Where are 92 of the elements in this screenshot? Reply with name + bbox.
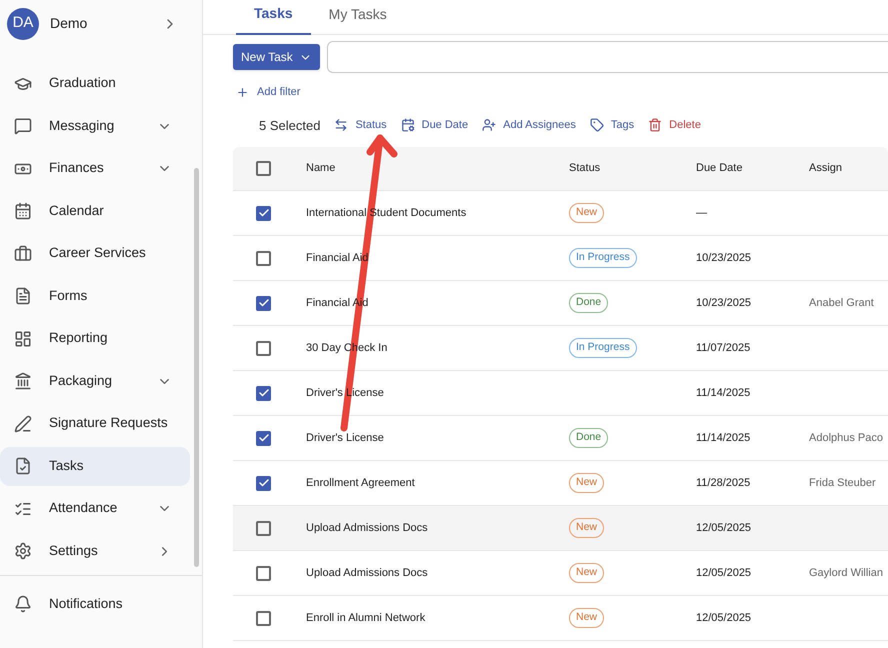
status-tag: New xyxy=(569,563,604,583)
status-tag: Done xyxy=(569,293,608,313)
task-name: Upload Admissions Docs xyxy=(306,566,428,579)
status-tag: New xyxy=(569,473,604,493)
column-header[interactable]: Status xyxy=(569,160,696,177)
sidebar-item[interactable]: Reporting xyxy=(0,319,190,358)
account-name: Demo xyxy=(50,14,88,33)
due-date: 10/23/2025 xyxy=(696,250,752,266)
status-tag: New xyxy=(569,518,604,538)
bell-icon xyxy=(14,595,32,613)
search-field[interactable] xyxy=(326,41,888,73)
checkbox[interactable] xyxy=(256,340,271,356)
column-header[interactable]: Due Date xyxy=(696,160,809,177)
due-date: 11/14/2025 xyxy=(696,386,752,401)
task-name: Driver's License xyxy=(306,432,384,444)
due-date: — xyxy=(696,206,708,221)
assignee-name: Gaylord Willian xyxy=(809,566,883,581)
tab[interactable]: Tasks xyxy=(236,0,311,35)
task-document-icon xyxy=(14,457,32,475)
sidebar-item[interactable]: Forms xyxy=(0,276,190,316)
due-date: 10/23/2025 xyxy=(696,296,752,311)
task-name: Enrollment Agreement xyxy=(306,476,415,489)
due-date: 12/05/2025 xyxy=(696,520,752,536)
toolbar-button[interactable]: Status xyxy=(334,117,387,134)
checkbox[interactable] xyxy=(256,430,271,446)
status-tag: New xyxy=(569,203,604,223)
check-icon xyxy=(258,297,270,309)
add-filter-button[interactable]: Add filter xyxy=(236,84,300,100)
document-icon xyxy=(14,287,32,305)
due-date: 12/05/2025 xyxy=(696,610,752,626)
pen-icon xyxy=(14,414,32,432)
checkbox[interactable] xyxy=(256,566,271,580)
check-icon xyxy=(258,387,270,399)
column-header[interactable]: Name xyxy=(306,160,569,177)
sidebar-item[interactable]: Attendance xyxy=(0,489,190,528)
status-tag: In Progress xyxy=(569,338,637,358)
sidebar-item[interactable]: Settings xyxy=(0,532,190,570)
sidebar-item[interactable]: Notifications xyxy=(0,588,202,620)
sidebar-item[interactable]: Messaging xyxy=(0,106,190,146)
check-icon xyxy=(258,207,270,219)
checkbox[interactable] xyxy=(256,250,271,266)
checkbox[interactable] xyxy=(256,520,271,536)
sidebar-item[interactable]: Signature Requests xyxy=(0,404,190,443)
calendar-icon xyxy=(14,202,32,220)
sidebar-item[interactable]: Finances xyxy=(0,149,190,188)
briefcase-icon xyxy=(14,244,32,262)
checkbox[interactable] xyxy=(256,476,271,490)
checkbox[interactable] xyxy=(256,206,271,220)
checkbox[interactable] xyxy=(256,161,271,176)
tag-icon xyxy=(590,118,604,132)
status-tag: Done xyxy=(569,428,608,448)
toolbar-button[interactable]: Delete xyxy=(648,117,701,134)
toolbar-button[interactable]: Add Assignees xyxy=(482,117,576,134)
status-tag: New xyxy=(569,608,604,628)
calendar-icon xyxy=(400,118,415,132)
table-row[interactable]: Upload Admissions Docs New 12/05/2025 xyxy=(233,506,888,551)
trash-icon xyxy=(648,118,662,132)
swap-arrows-icon xyxy=(334,118,348,132)
sidebar-item[interactable]: Career Services xyxy=(0,234,190,273)
new-task-button[interactable]: New Task xyxy=(233,44,320,70)
status-tag: In Progress xyxy=(569,248,637,268)
task-name: Upload Admissions Docs xyxy=(306,522,428,534)
due-date: 11/14/2025 xyxy=(696,430,752,446)
check-icon xyxy=(258,432,270,444)
column-header[interactable]: Assign xyxy=(809,160,888,177)
sidebar-item[interactable]: Tasks xyxy=(0,446,190,486)
chat-icon xyxy=(14,117,32,135)
due-date: 11/07/2025 xyxy=(696,340,752,356)
checkbox[interactable] xyxy=(256,386,271,400)
task-name: Enroll in Alumni Network xyxy=(306,612,426,624)
bank-icon xyxy=(14,372,32,390)
toolbar-button[interactable]: Due Date xyxy=(400,117,468,134)
sidebar-item[interactable]: Graduation xyxy=(0,64,190,103)
checkbox[interactable] xyxy=(256,296,271,310)
sidebar-item[interactable]: Calendar xyxy=(0,192,190,230)
toolbar-button[interactable]: Tags xyxy=(590,117,634,134)
due-date: 12/05/2025 xyxy=(696,566,752,581)
checkbox[interactable] xyxy=(256,610,271,626)
selected-count: 5 Selected xyxy=(259,116,320,134)
scrollbar-thumb[interactable] xyxy=(194,168,199,567)
assignee-name: Frida Steuber xyxy=(809,476,876,491)
sidebar-item[interactable]: Packaging xyxy=(0,362,190,400)
check-icon xyxy=(258,477,270,489)
dashboard-icon xyxy=(14,330,32,348)
due-date: 11/28/2025 xyxy=(696,476,752,491)
add-person-icon xyxy=(482,118,496,132)
plus-icon xyxy=(236,86,249,99)
avatar: DA xyxy=(7,8,39,40)
assignee-name: Adolphus Paco xyxy=(809,430,883,446)
tab[interactable]: My Tasks xyxy=(310,0,405,35)
assignee-name: Anabel Grant xyxy=(809,296,874,311)
settings-icon xyxy=(14,542,32,560)
